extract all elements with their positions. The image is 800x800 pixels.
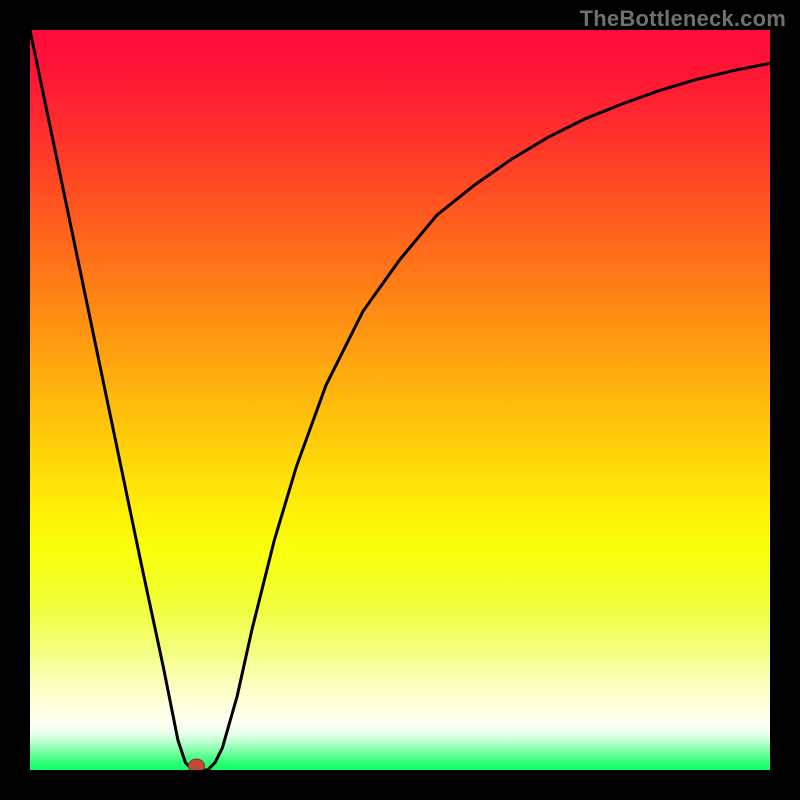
bottleneck-curve-chart (30, 30, 770, 770)
chart-frame (30, 30, 770, 770)
optimal-point-marker (189, 759, 205, 770)
plot-background (30, 30, 770, 770)
watermark-text: TheBottleneck.com (580, 6, 786, 32)
